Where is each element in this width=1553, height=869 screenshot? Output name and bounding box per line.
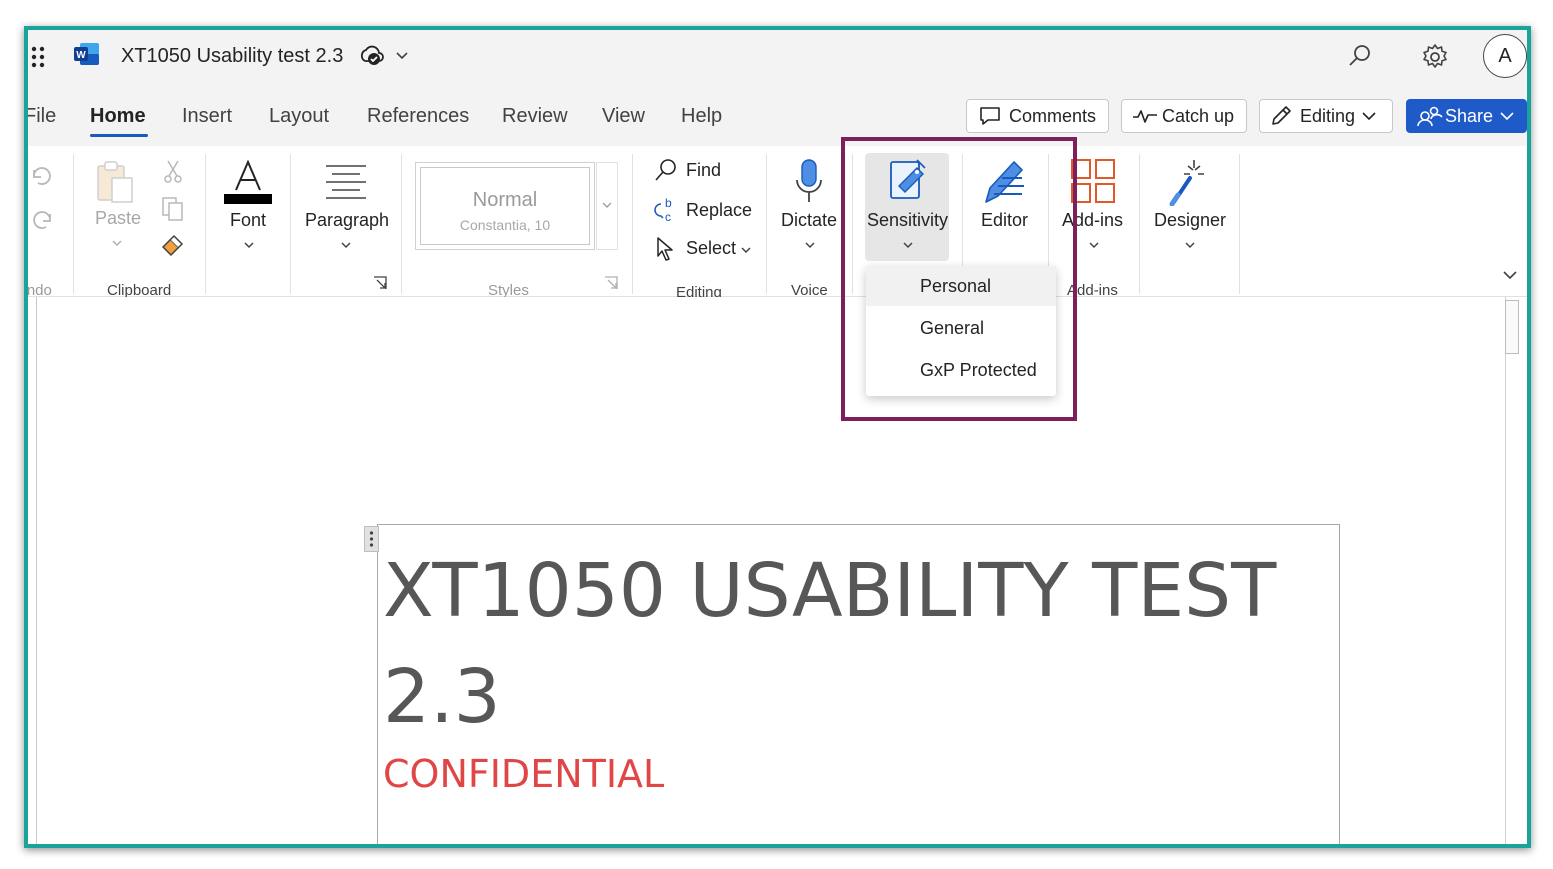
editing-mode-button[interactable]: Editing xyxy=(1259,99,1393,133)
vertical-scrollbar[interactable] xyxy=(1505,297,1527,844)
tab-file[interactable]: File xyxy=(28,105,56,128)
styles-gallery-expand[interactable] xyxy=(596,162,618,250)
active-tab-indicator xyxy=(90,134,148,137)
cut-icon[interactable] xyxy=(163,160,183,184)
font-label[interactable]: Font xyxy=(230,210,266,231)
undo-icon[interactable] xyxy=(30,166,54,190)
replace-label[interactable]: Replace xyxy=(686,200,752,221)
copy-icon[interactable] xyxy=(161,196,185,222)
paste-icon[interactable] xyxy=(96,160,136,206)
ribbon-home: Undo Paste Clipboard xyxy=(28,146,1527,301)
dialog-launcher-icon[interactable] xyxy=(604,276,618,290)
svg-text:W: W xyxy=(76,50,86,61)
comment-icon xyxy=(980,107,1000,125)
annotation-highlight-box xyxy=(841,137,1077,421)
find-label[interactable]: Find xyxy=(686,160,721,181)
chevron-down-icon[interactable] xyxy=(804,240,816,250)
redo-icon[interactable] xyxy=(30,210,54,234)
chevron-down-icon xyxy=(1500,112,1514,121)
tab-references[interactable]: References xyxy=(367,105,469,128)
tab-insert[interactable]: Insert xyxy=(182,105,232,128)
chevron-down-icon[interactable] xyxy=(243,240,255,250)
document-title[interactable]: XT1050 Usability test 2.3 xyxy=(121,45,343,68)
chevron-down-icon[interactable] xyxy=(1088,240,1100,250)
svg-text:b: b xyxy=(665,196,672,210)
canvas-edge xyxy=(36,297,37,844)
comments-label: Comments xyxy=(1009,105,1097,126)
select-label[interactable]: Select xyxy=(686,238,736,259)
avatar[interactable]: A xyxy=(1483,34,1527,78)
chevron-down-icon[interactable] xyxy=(340,240,352,250)
chevron-down-icon[interactable] xyxy=(111,238,123,248)
tab-layout[interactable]: Layout xyxy=(269,105,329,128)
tab-help[interactable]: Help xyxy=(681,105,722,128)
format-painter-icon[interactable] xyxy=(160,232,186,258)
microphone-icon[interactable] xyxy=(794,158,824,204)
font-icon[interactable] xyxy=(224,158,272,206)
group-separator xyxy=(632,154,633,294)
saved-status-icon[interactable] xyxy=(359,44,385,68)
chevron-down-icon xyxy=(1362,112,1376,121)
group-separator xyxy=(73,154,74,294)
scrollbar-thumb[interactable] xyxy=(1505,300,1519,354)
ribbon-tabs: File Home Insert Layout References Revie… xyxy=(28,86,1527,146)
document-heading[interactable]: XT1050 USABILITY TEST 2.3 xyxy=(383,538,1323,750)
style-name: Normal xyxy=(472,189,538,211)
catch-up-button[interactable]: Catch up xyxy=(1121,99,1247,133)
paragraph-icon[interactable] xyxy=(324,164,368,200)
group-separator xyxy=(1139,154,1140,294)
group-separator xyxy=(205,154,206,294)
dialog-launcher-icon[interactable] xyxy=(373,276,387,290)
group-separator xyxy=(290,154,291,294)
designer-wand-icon[interactable] xyxy=(1168,156,1208,206)
share-button[interactable]: Share xyxy=(1406,99,1527,133)
group-separator xyxy=(1239,154,1240,294)
word-logo-icon: W xyxy=(74,43,99,65)
title-bar: W XT1050 Usability test 2.3 A xyxy=(28,30,1527,86)
people-icon xyxy=(1417,106,1443,127)
gear-icon[interactable] xyxy=(1420,42,1450,72)
style-detail: Constantia, 10 xyxy=(459,217,551,233)
content-control-handle[interactable] xyxy=(364,526,379,552)
confidential-label[interactable]: CONFIDENTIAL xyxy=(383,752,664,796)
group-separator xyxy=(766,154,767,294)
replace-icon[interactable]: b c xyxy=(652,196,678,224)
select-cursor-icon[interactable] xyxy=(654,236,676,262)
activity-icon xyxy=(1133,110,1157,123)
word-window: W XT1050 Usability test 2.3 A File Home … xyxy=(24,26,1531,848)
editing-label: Editing xyxy=(1300,105,1356,126)
search-icon[interactable] xyxy=(1346,42,1374,70)
dictate-label[interactable]: Dictate xyxy=(781,210,837,231)
tab-review[interactable]: Review xyxy=(502,105,568,128)
find-icon[interactable] xyxy=(654,158,678,182)
chevron-down-icon[interactable] xyxy=(394,47,410,63)
style-gallery-normal[interactable]: Normal Constantia, 10 xyxy=(415,162,595,250)
chevron-down-icon[interactable] xyxy=(1184,240,1196,250)
catch-up-label: Catch up xyxy=(1162,105,1235,126)
svg-text:c: c xyxy=(665,210,671,224)
app-launcher-icon[interactable] xyxy=(30,45,50,69)
chevron-down-icon xyxy=(602,202,612,208)
tab-view[interactable]: View xyxy=(602,105,645,128)
chevron-down-icon[interactable] xyxy=(740,245,752,255)
group-separator xyxy=(401,154,402,294)
pencil-icon xyxy=(1272,106,1291,125)
share-label: Share xyxy=(1445,105,1494,126)
ribbon-expand-chevron-icon[interactable] xyxy=(1502,268,1518,282)
drag-handle-icon xyxy=(369,531,374,547)
paragraph-label[interactable]: Paragraph xyxy=(305,210,389,231)
paste-label: Paste xyxy=(95,208,142,228)
comments-button[interactable]: Comments xyxy=(966,99,1109,133)
designer-label[interactable]: Designer xyxy=(1154,210,1226,231)
tab-home[interactable]: Home xyxy=(90,105,146,128)
